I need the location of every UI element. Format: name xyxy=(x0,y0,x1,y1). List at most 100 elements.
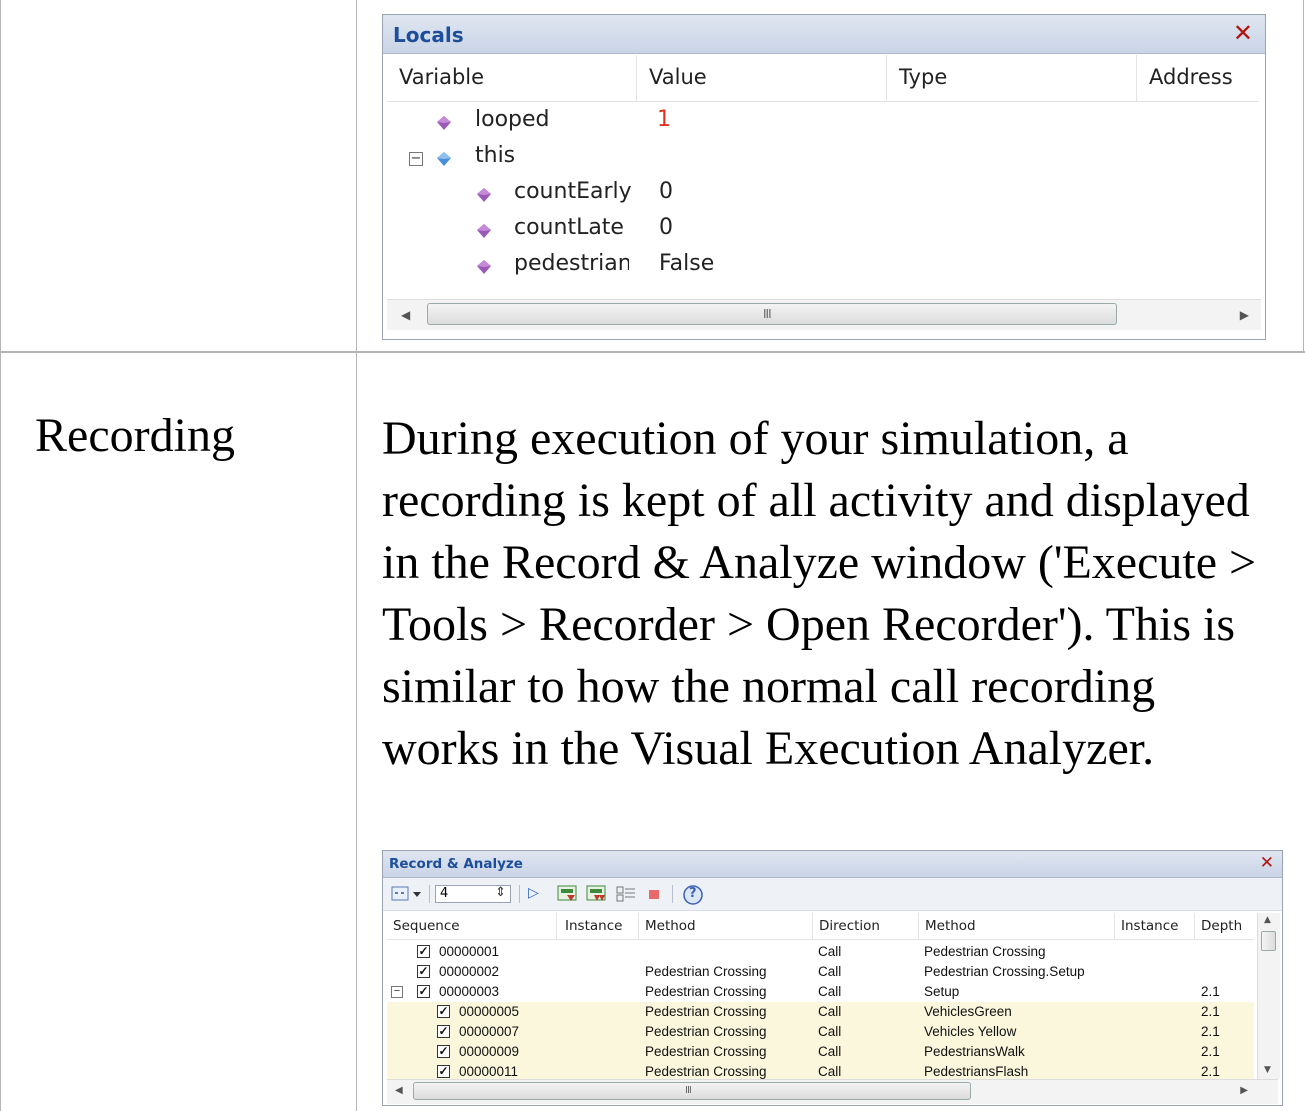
variable-name: countLate xyxy=(514,215,624,240)
checkbox-icon[interactable]: ✓ xyxy=(437,1005,450,1018)
close-icon[interactable]: ✕ xyxy=(1260,853,1274,873)
method-2-cell: PedestriansFlash xyxy=(924,1064,1029,1079)
column-header-depth[interactable]: Depth xyxy=(1195,913,1255,939)
scroll-left-icon[interactable]: ◀ xyxy=(395,1085,403,1096)
toolbar-separator xyxy=(519,885,520,903)
field-icon xyxy=(437,116,451,130)
column-header-direction[interactable]: Direction xyxy=(813,913,919,939)
scroll-thumb[interactable] xyxy=(427,303,1117,325)
record-icon[interactable] xyxy=(557,885,579,903)
method-cell: Pedestrian Crossing xyxy=(645,1024,767,1039)
variable-name: looped xyxy=(475,107,550,132)
step-icon[interactable] xyxy=(586,885,608,903)
record-toolbar: 4 ⇕ ▷ ? xyxy=(383,878,1282,911)
stop-icon[interactable] xyxy=(647,885,661,903)
locals-header: Variable Value Type Address xyxy=(387,55,1259,102)
depth-spinner[interactable]: 4 ⇕ xyxy=(435,885,511,903)
sequence-cell: 00000001 xyxy=(439,944,500,959)
column-header-instance[interactable]: Instance xyxy=(559,913,639,939)
scroll-right-icon[interactable]: ▶ xyxy=(1240,1085,1248,1096)
expander-icon[interactable]: − xyxy=(391,986,403,998)
sequence-cell: 00000003 xyxy=(439,984,500,999)
column-header-value[interactable]: Value xyxy=(637,55,887,101)
horizontal-scrollbar[interactable]: ◀ III ▶ xyxy=(387,1079,1278,1104)
scroll-thumb[interactable] xyxy=(1261,931,1276,951)
record-row[interactable]: ✓ 00000007 Pedestrian Crossing Call Vehi… xyxy=(387,1022,1254,1042)
depth-cell: 2.1 xyxy=(1201,1064,1220,1079)
sequence-cell: 00000009 xyxy=(459,1044,520,1059)
toolbar-separator xyxy=(672,885,673,903)
sequence-cell: 00000007 xyxy=(459,1024,520,1039)
record-header: Sequence Instance Method Direction Metho… xyxy=(387,913,1254,940)
variable-name: this xyxy=(475,143,516,168)
locals-titlebar: Locals ✕ xyxy=(383,15,1265,54)
method-cell: Pedestrian Crossing xyxy=(645,1064,767,1079)
horizontal-scrollbar[interactable]: ◀ III ▶ xyxy=(387,299,1261,330)
table-column-divider xyxy=(356,0,357,1111)
scroll-thumb[interactable] xyxy=(413,1082,971,1100)
depth-cell: 2.1 xyxy=(1201,1044,1220,1059)
checkbox-icon[interactable]: ✓ xyxy=(437,1025,450,1038)
method-2-cell: Vehicles Yellow xyxy=(924,1024,1017,1039)
variable-name: countEarly xyxy=(514,179,632,204)
scroll-down-icon[interactable]: ▼ xyxy=(1264,1065,1271,1075)
column-header-method-2[interactable]: Method xyxy=(919,913,1115,939)
object-icon xyxy=(437,152,451,166)
close-icon[interactable]: ✕ xyxy=(1233,19,1253,47)
column-header-type[interactable]: Type xyxy=(887,55,1137,101)
method-cell: Pedestrian Crossing xyxy=(645,1004,767,1019)
direction-cell: Call xyxy=(818,1024,842,1039)
sequence-cell: 00000005 xyxy=(459,1004,520,1019)
checkbox-icon[interactable]: ✓ xyxy=(417,965,430,978)
checkbox-icon[interactable]: ✓ xyxy=(437,1045,450,1058)
scroll-left-icon[interactable]: ◀ xyxy=(401,308,410,322)
scroll-right-icon[interactable]: ▶ xyxy=(1240,308,1249,322)
scroll-up-icon[interactable]: ▲ xyxy=(1264,915,1271,925)
checkbox-icon[interactable]: ✓ xyxy=(417,985,430,998)
play-icon[interactable]: ▷ xyxy=(528,885,544,903)
table-border-right xyxy=(1303,0,1304,352)
scroll-grip-icon: III xyxy=(685,1085,692,1096)
record-row[interactable]: ✓ 00000002 Pedestrian Crossing Call Pede… xyxy=(387,962,1254,982)
help-icon[interactable]: ? xyxy=(683,885,705,905)
locals-list: looped 1 − this countEarly 0 countLate 0… xyxy=(387,103,1257,299)
expander-icon[interactable]: − xyxy=(409,152,423,166)
method-cell: Pedestrian Crossing xyxy=(645,964,767,979)
column-header-instance-2[interactable]: Instance xyxy=(1115,913,1195,939)
locals-row[interactable]: − this xyxy=(387,141,1247,175)
direction-cell: Call xyxy=(818,1004,842,1019)
column-header-variable[interactable]: Variable xyxy=(387,55,637,101)
record-row[interactable]: ✓ 00000009 Pedestrian Crossing Call Pede… xyxy=(387,1042,1254,1062)
locals-row[interactable]: looped 1 xyxy=(387,105,1247,139)
spin-icon[interactable]: ⇕ xyxy=(495,885,506,900)
locals-row[interactable]: countEarly 0 xyxy=(387,177,1247,211)
checkbox-icon[interactable]: ✓ xyxy=(417,945,430,958)
locals-row[interactable]: countLate 0 xyxy=(387,213,1247,247)
scroll-grip-icon: III xyxy=(763,307,772,321)
locals-row[interactable]: pedestrian False xyxy=(387,249,1247,283)
column-header-method[interactable]: Method xyxy=(639,913,813,939)
direction-cell: Call xyxy=(818,1044,842,1059)
row-label: Recording xyxy=(35,409,235,462)
record-row[interactable]: ✓ 00000005 Pedestrian Crossing Call Vehi… xyxy=(387,1002,1254,1022)
vertical-scrollbar[interactable]: ▲ ▼ xyxy=(1257,913,1280,1079)
table-row-divider xyxy=(0,351,1305,353)
depth-cell: 2.1 xyxy=(1201,984,1220,999)
locals-title: Locals xyxy=(393,23,464,47)
record-row[interactable]: − ✓ 00000003 Pedestrian Crossing Call Se… xyxy=(387,982,1254,1002)
method-cell: Pedestrian Crossing xyxy=(645,984,767,999)
field-icon xyxy=(477,260,491,274)
checkbox-icon[interactable]: ✓ xyxy=(437,1065,450,1078)
method-2-cell: Setup xyxy=(924,984,960,999)
step-through-icon[interactable] xyxy=(615,885,637,903)
method-cell: Pedestrian Crossing xyxy=(645,1044,767,1059)
column-header-address[interactable]: Address xyxy=(1137,55,1259,101)
view-options-button[interactable] xyxy=(391,885,425,903)
direction-cell: Call xyxy=(818,964,842,979)
column-header-sequence[interactable]: Sequence xyxy=(387,913,557,939)
description-paragraph: During execution of your simulation, a r… xyxy=(382,412,1257,775)
toolbar-separator xyxy=(429,885,430,903)
depth-cell: 2.1 xyxy=(1201,1004,1220,1019)
record-row[interactable]: ✓ 00000001 Call Pedestrian Crossing xyxy=(387,942,1254,962)
record-row[interactable]: ✓ 00000011 Pedestrian Crossing Call Pede… xyxy=(387,1062,1254,1079)
